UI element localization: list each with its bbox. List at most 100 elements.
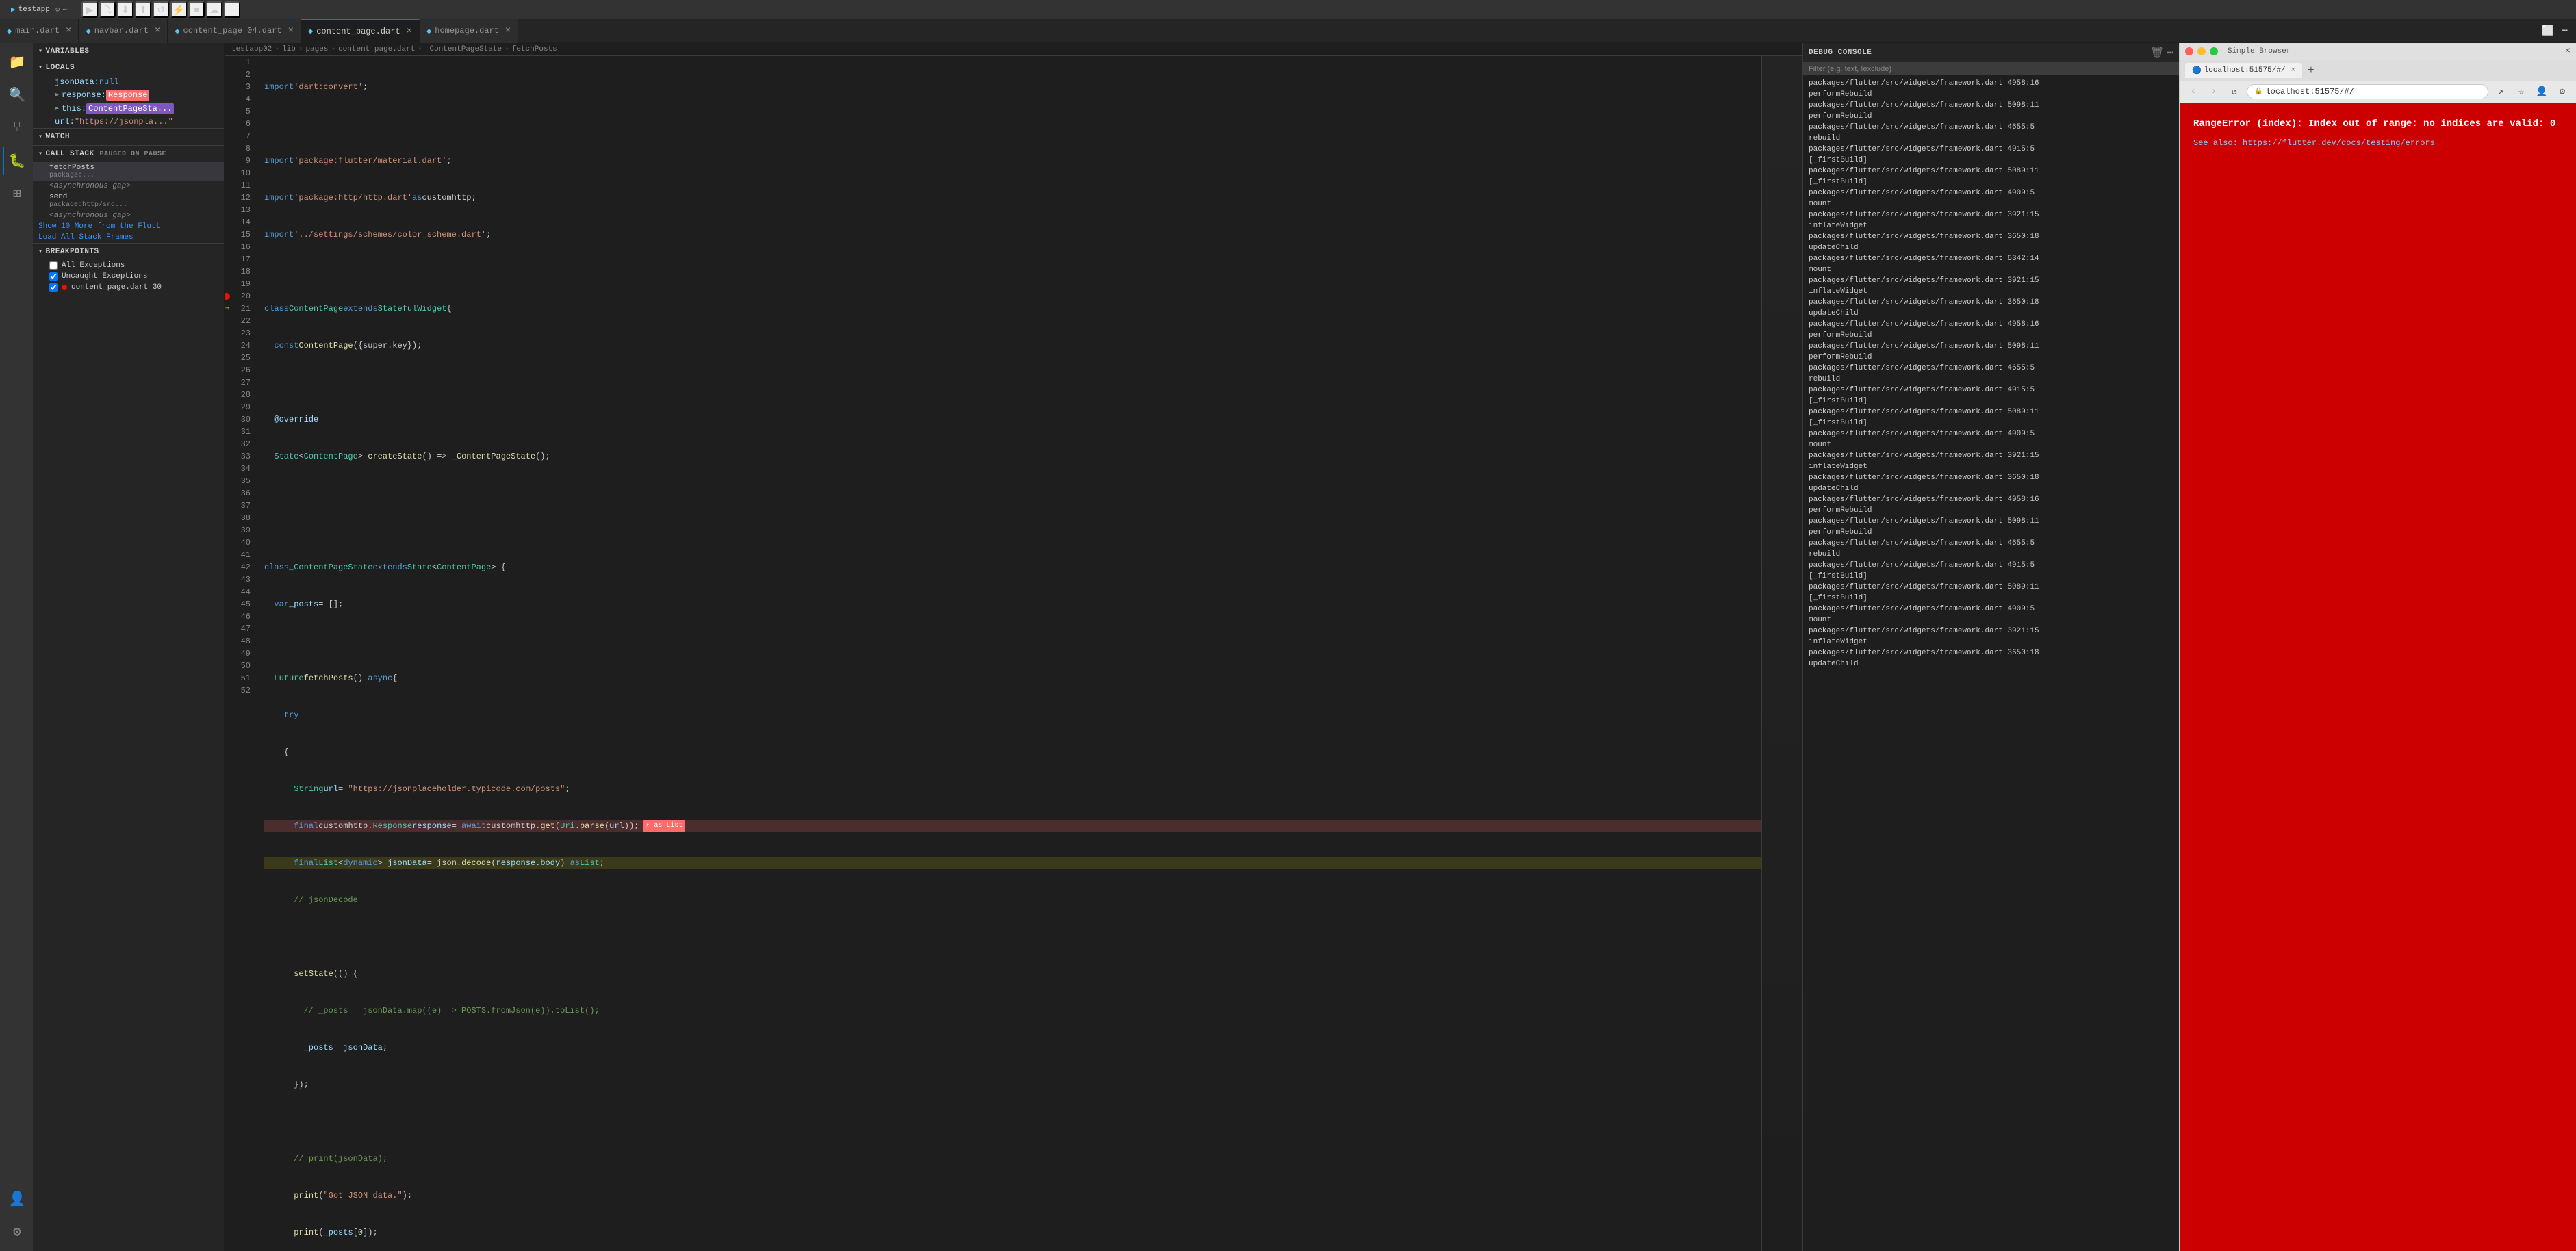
var-url[interactable]: url: "https://jsonpla..." xyxy=(33,116,224,128)
more-button[interactable]: ⋯ xyxy=(224,1,240,18)
tab-content04-close[interactable]: × xyxy=(288,25,294,36)
callstack-item-send[interactable]: send package:http/src... xyxy=(33,192,224,210)
console-line-52: packages/flutter/src/widgets/framework.d… xyxy=(1809,647,2173,658)
browser-tab-active[interactable]: 🔵 localhost:51575/#/ × xyxy=(2185,63,2302,78)
variables-content: ▾ Locals jsonData: null ▶ response: Resp… xyxy=(33,60,224,128)
console-line-35: inflateWidget xyxy=(1809,461,2173,472)
console-line-26: packages/flutter/src/widgets/framework.d… xyxy=(1809,363,2173,374)
console-line-38: packages/flutter/src/widgets/framework.d… xyxy=(1809,494,2173,505)
breadcrumb-method[interactable]: fetchPosts xyxy=(512,45,557,53)
browser-minimize-btn[interactable] xyxy=(2197,47,2206,55)
var-url-value: "https://jsonpla..." xyxy=(75,117,173,127)
hot-reload-button[interactable]: ⚡ xyxy=(170,1,187,18)
bp-all-exceptions: All Exceptions xyxy=(33,260,224,271)
console-line-0: packages/flutter/src/widgets/framework.d… xyxy=(1809,78,2173,89)
browser-open-external-btn[interactable]: ↗ xyxy=(2492,83,2509,100)
var-response[interactable]: ▶ response: Response xyxy=(33,88,224,102)
tab-main[interactable]: ◆ main.dart × xyxy=(0,19,79,43)
breadcrumb-pages[interactable]: pages xyxy=(305,45,328,53)
console-line-15: updateChild xyxy=(1809,242,2173,253)
ln-46: 46 xyxy=(225,610,251,623)
code-content[interactable]: import 'dart:convert'; import 'package:f… xyxy=(259,56,1761,1251)
tab-navbar[interactable]: ◆ navbar.dart × xyxy=(79,19,168,43)
browser-star-btn[interactable]: ☆ xyxy=(2513,83,2529,100)
settings-icon[interactable]: ⚙ xyxy=(3,1218,30,1246)
browser-toolbar: ‹ › ↺ 🔒 localhost:51575/#/ ↗ ☆ 👤 ⚙ xyxy=(2180,81,2576,103)
console-more-icon[interactable]: ⋯ xyxy=(2167,46,2173,60)
explorer-icon[interactable]: 📁 xyxy=(3,49,30,76)
callstack-item-fetchposts[interactable]: fetchPosts package:... xyxy=(33,162,224,181)
watch-label: WATCH xyxy=(46,133,71,141)
console-line-14: packages/flutter/src/widgets/framework.d… xyxy=(1809,231,2173,242)
browser-refresh-btn[interactable]: ↺ xyxy=(2226,83,2243,100)
breadcrumb-file[interactable]: content_page.dart xyxy=(338,45,415,53)
ln-39: 39 xyxy=(225,524,251,537)
browser-maximize-btn[interactable] xyxy=(2210,47,2218,55)
console-line-25: performRebuild xyxy=(1809,352,2173,363)
browser-close-btn[interactable] xyxy=(2185,47,2193,55)
ln-5: 5 xyxy=(225,105,251,118)
variables-section: ▾ VARIABLES ▾ Locals jsonData: null ▶ re… xyxy=(33,43,224,128)
tab-contentpage-close[interactable]: × xyxy=(407,26,412,37)
stop-button[interactable]: ⏹ xyxy=(188,1,205,18)
breadcrumb-lib[interactable]: lib xyxy=(282,45,296,53)
breadcrumb-testapp[interactable]: testapp02 xyxy=(231,45,272,53)
browser-account-btn[interactable]: 👤 xyxy=(2534,83,2550,100)
watch-header[interactable]: ▾ WATCH xyxy=(33,129,224,145)
browser-error-link[interactable]: See also: https://flutter.dev/docs/testi… xyxy=(2193,138,2435,148)
ln-23: 23 xyxy=(225,327,251,339)
callstack-async-1: <asynchronous gap> xyxy=(33,181,224,192)
debug-icon[interactable]: 🐛 xyxy=(3,147,30,175)
step-into-button[interactable]: ⬇ xyxy=(117,1,133,18)
tab-contentpage[interactable]: ◆ content_page.dart × xyxy=(301,19,420,43)
variables-label: VARIABLES xyxy=(46,47,90,55)
accounts-icon[interactable]: 👤 xyxy=(3,1185,30,1213)
bp-content-page-checkbox[interactable] xyxy=(49,283,58,292)
more-actions-icon[interactable]: ⋯ xyxy=(2560,24,2571,38)
extensions-icon[interactable]: ⊞ xyxy=(3,180,30,207)
console-line-30: packages/flutter/src/widgets/framework.d… xyxy=(1809,407,2173,417)
split-editor-icon[interactable]: ⬜ xyxy=(2539,24,2556,38)
console-filter-input[interactable] xyxy=(1803,63,2179,75)
step-out-button[interactable]: ⬆ xyxy=(135,1,151,18)
tab-navbar-close[interactable]: × xyxy=(155,25,160,36)
browser-forward-btn[interactable]: › xyxy=(2206,83,2222,100)
tab-content04[interactable]: ◆ content_page 04.dart × xyxy=(168,19,301,43)
callstack-load-all[interactable]: Load All Stack Frames xyxy=(33,232,224,243)
source-control-icon[interactable]: ⑂ xyxy=(3,114,30,142)
locals-header[interactable]: ▾ Locals xyxy=(33,60,224,76)
tab-homepage[interactable]: ◆ homepage.dart × xyxy=(420,19,518,43)
code-line-7: class ContentPage extends StatefulWidget… xyxy=(264,302,1761,315)
browser-back-btn[interactable]: ‹ xyxy=(2185,83,2202,100)
breadcrumb-class[interactable]: _ContentPageState xyxy=(425,45,502,53)
browser-window-close-icon[interactable]: × xyxy=(2565,46,2571,57)
console-clear-icon[interactable]: 🗑 xyxy=(2150,46,2164,60)
ln-12: 12 xyxy=(225,192,251,204)
var-this[interactable]: ▶ this: ContentPageSta... xyxy=(33,102,224,116)
restart-button[interactable]: ↺ xyxy=(153,1,169,18)
callstack-header[interactable]: ▾ CALL STACK Paused on pause xyxy=(33,146,224,162)
console-actions: 🗑 ⋯ xyxy=(2150,46,2173,60)
current-line-arrow: ⇒ xyxy=(225,302,229,315)
browser-new-tab-icon[interactable]: + xyxy=(2305,64,2317,77)
step-over-button[interactable]: ⤵ xyxy=(99,1,116,18)
bp-all-exceptions-checkbox[interactable] xyxy=(49,261,58,270)
cloud-button[interactable]: ☁ xyxy=(206,1,222,18)
ln-49: 49 xyxy=(225,647,251,660)
search-icon[interactable]: 🔍 xyxy=(3,81,30,109)
console-line-44: packages/flutter/src/widgets/framework.d… xyxy=(1809,560,2173,571)
bp-uncaught-exceptions-checkbox[interactable] xyxy=(49,272,58,281)
var-jsondata[interactable]: jsonData: null xyxy=(33,76,224,88)
continue-button[interactable]: ▶ xyxy=(81,1,98,18)
callstack-show-more[interactable]: Show 10 More from the Flutt xyxy=(33,221,224,232)
code-line-19: { xyxy=(264,746,1761,758)
ln-51: 51 xyxy=(225,672,251,684)
tab-homepage-close[interactable]: × xyxy=(505,25,511,36)
breakpoints-header[interactable]: ▾ BREAKPOINTS xyxy=(33,244,224,260)
variables-header[interactable]: ▾ VARIABLES xyxy=(33,43,224,60)
browser-settings-btn[interactable]: ⚙ xyxy=(2554,83,2571,100)
url-bar[interactable]: 🔒 localhost:51575/#/ xyxy=(2247,84,2488,99)
tab-main-close[interactable]: × xyxy=(66,25,71,36)
tab-main-label: main.dart xyxy=(15,26,60,36)
browser-tab-close[interactable]: × xyxy=(2291,66,2296,75)
